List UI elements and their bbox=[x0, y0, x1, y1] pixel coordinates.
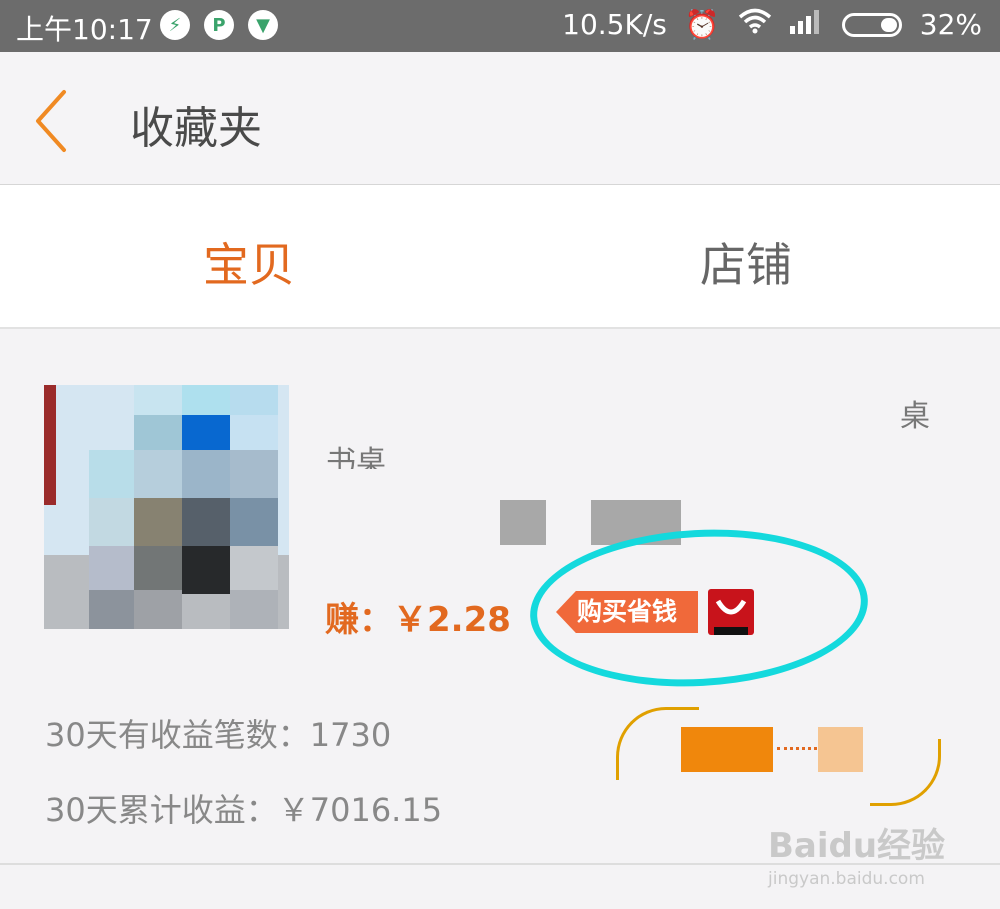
stat-label: 30天有收益笔数： bbox=[45, 716, 310, 754]
stat-value: 1730 bbox=[309, 716, 392, 754]
item-title-fragment: 桌 bbox=[900, 399, 930, 434]
wifi-icon bbox=[738, 8, 772, 41]
watermark-url: jingyan.baidu.com bbox=[768, 869, 925, 889]
battery-icon bbox=[841, 12, 902, 37]
shield-icon: ⚡ bbox=[160, 10, 190, 40]
tab-bar: 宝贝 店铺 bbox=[0, 185, 1000, 329]
earn-amount: 赚：￥2.28 bbox=[325, 592, 511, 641]
status-time: 上午10:17 bbox=[16, 13, 153, 46]
vpn-shield-icon: ▼ bbox=[248, 10, 278, 40]
notification-icons: ⚡ P ▼ bbox=[160, 10, 278, 40]
status-bar: 上午10:17 ⚡ P ▼ 10.5K/s ⏰ 32% bbox=[0, 0, 1000, 52]
stat-value: ￥7016.15 bbox=[277, 791, 443, 829]
favorite-item-card[interactable]: 桌 书桌 赚：￥2.28 购买省钱 30天有收益笔数：1730 30天累计收益：… bbox=[0, 329, 1000, 865]
watermark-brand: Baidu经验 bbox=[768, 826, 946, 866]
p-app-icon: P bbox=[204, 10, 234, 40]
shop-logo-icon bbox=[708, 589, 754, 635]
save-money-tag[interactable]: 购买省钱 bbox=[556, 591, 698, 633]
signal-icon bbox=[789, 8, 824, 41]
item-title-fragment: 书桌 bbox=[326, 445, 386, 480]
stat-earnings-30d: 30天累计收益：￥7016.15 bbox=[45, 785, 442, 831]
earn-label: 赚： bbox=[325, 600, 393, 640]
redacted-orange-block bbox=[681, 727, 773, 772]
dotted-connector bbox=[777, 747, 817, 750]
nav-header: 收藏夹 bbox=[0, 52, 1000, 185]
tab-items[interactable]: 宝贝 bbox=[203, 229, 295, 295]
baidu-watermark: Baidu经验 jingyan.baidu.com bbox=[768, 818, 945, 889]
redacted-block bbox=[500, 500, 546, 545]
battery-level: 32% bbox=[919, 8, 982, 41]
net-speed: 10.5K/s bbox=[562, 8, 667, 41]
stat-label: 30天累计收益： bbox=[45, 791, 278, 829]
tab-shops[interactable]: 店铺 bbox=[700, 229, 792, 295]
annotation-arc bbox=[870, 739, 941, 806]
back-icon[interactable] bbox=[30, 88, 70, 158]
earn-value: ￥2.28 bbox=[393, 600, 511, 640]
stat-orders-30d: 30天有收益笔数：1730 bbox=[45, 710, 391, 756]
page-title: 收藏夹 bbox=[130, 103, 262, 154]
status-right: 10.5K/s ⏰ 32% bbox=[562, 8, 982, 41]
product-thumbnail[interactable] bbox=[44, 385, 289, 629]
redacted-orange-block bbox=[818, 727, 863, 772]
alarm-icon: ⏰ bbox=[684, 8, 720, 41]
